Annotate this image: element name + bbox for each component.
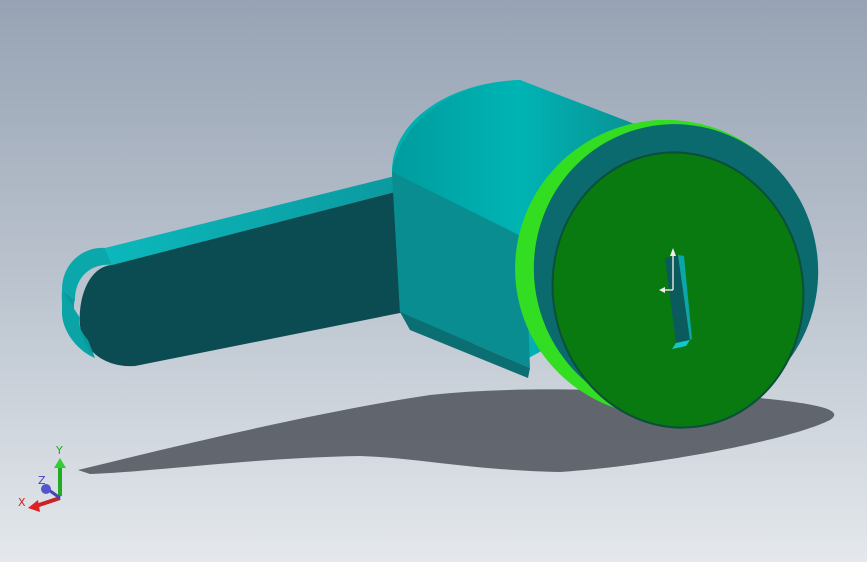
handle-arm[interactable]: [61, 176, 405, 367]
reference-triad: Y X Z: [18, 444, 66, 512]
y-axis-arrow: [54, 458, 66, 496]
model-view[interactable]: [0, 0, 867, 562]
x-axis-arrow: [28, 496, 61, 512]
x-axis-label: X: [18, 496, 26, 509]
y-axis-label: Y: [55, 444, 63, 457]
graphics-viewport[interactable]: Y X Z: [0, 0, 867, 562]
z-axis-label: Z: [38, 474, 46, 487]
